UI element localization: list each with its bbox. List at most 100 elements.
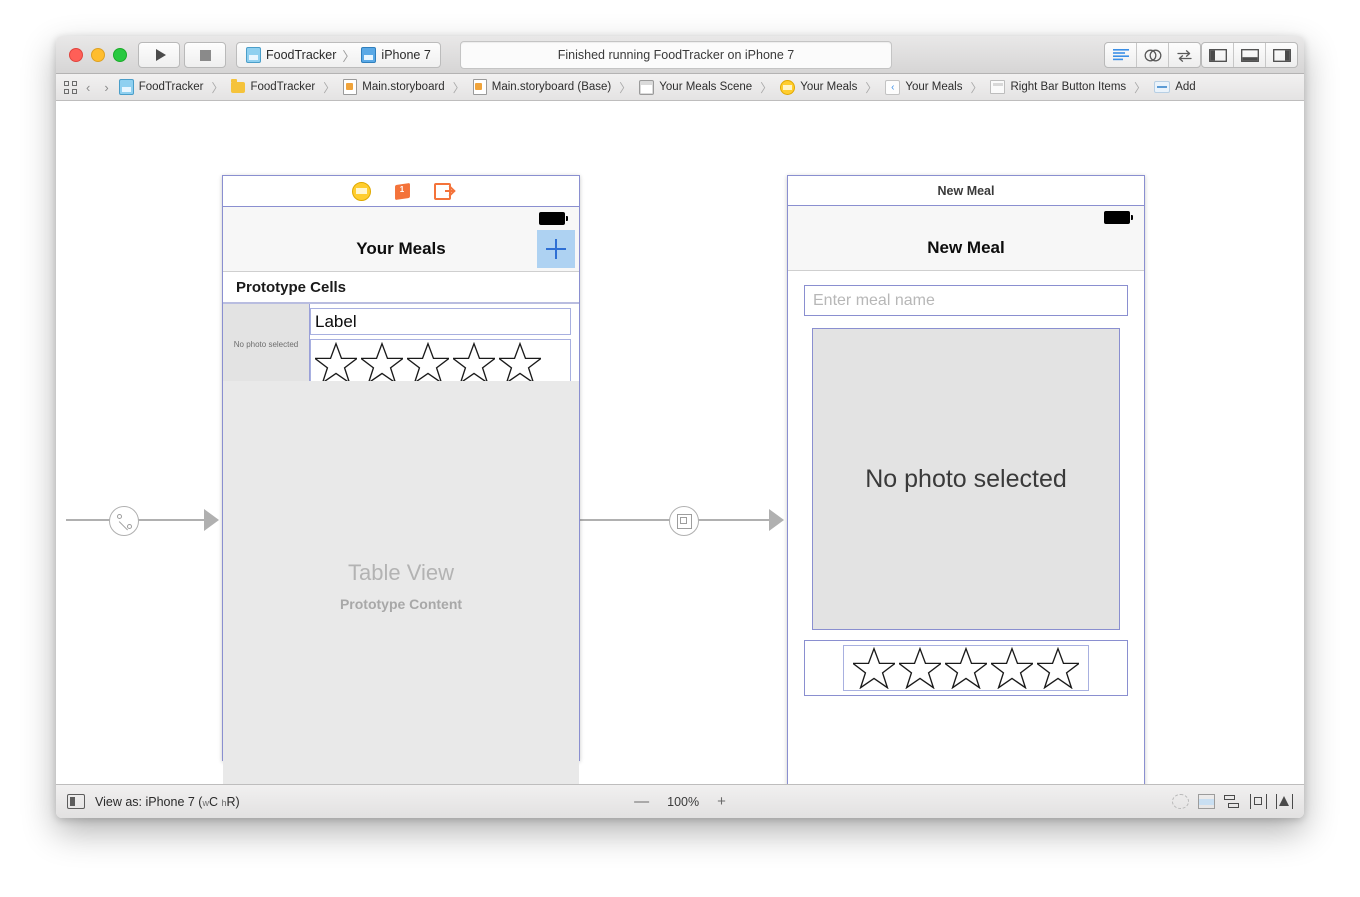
zoom-out-button[interactable]: — bbox=[634, 793, 649, 810]
battery-icon bbox=[1104, 211, 1133, 224]
utilities-panel-icon bbox=[1272, 48, 1291, 62]
utilities-toggle-button[interactable] bbox=[1266, 43, 1297, 67]
breadcrumb-separator: 〉 bbox=[1134, 80, 1147, 95]
standard-editor-icon bbox=[1112, 48, 1129, 60]
back-item-icon: ‹ bbox=[885, 79, 901, 95]
bar-button-item-icon bbox=[1154, 81, 1171, 93]
scene-title-label: New Meal bbox=[788, 176, 1144, 206]
minimize-window-button[interactable] bbox=[91, 48, 105, 62]
go-forward-button[interactable]: › bbox=[99, 80, 113, 95]
title-bar: FoodTracker 〉 iPhone 7 Finished running … bbox=[56, 36, 1304, 74]
meal-name-text-field[interactable]: Enter meal name bbox=[804, 285, 1128, 316]
related-items-icon[interactable] bbox=[64, 80, 77, 94]
rating-star-button[interactable] bbox=[313, 341, 359, 385]
view-as-icon[interactable] bbox=[67, 794, 85, 809]
breadcrumb-item-scene[interactable]: Your Meals Scene bbox=[638, 79, 753, 95]
add-bar-button-item[interactable] bbox=[537, 230, 575, 268]
editor-mode-segments[interactable] bbox=[1104, 42, 1201, 68]
scene-your-meals[interactable]: 1 Your Meals Prototype Cells No photo se… bbox=[222, 175, 580, 784]
cell-rating-control[interactable] bbox=[310, 339, 571, 387]
scheme-device-icon bbox=[361, 47, 377, 63]
breadcrumb-separator: 〉 bbox=[211, 80, 224, 95]
prototype-cell[interactable]: No photo selected Label bbox=[223, 303, 579, 387]
breadcrumb-label: Main.storyboard bbox=[362, 81, 445, 93]
view-as-control[interactable]: View as: iPhone 7 (wC hR) bbox=[56, 794, 240, 809]
rating-star-button[interactable] bbox=[943, 646, 989, 690]
breadcrumb-item-add[interactable]: Add bbox=[1153, 81, 1196, 93]
navigator-toggle-button[interactable] bbox=[1202, 43, 1234, 67]
breadcrumb-item-project[interactable]: FoodTracker bbox=[118, 79, 205, 95]
status-text: Finished running FoodTracker on iPhone 7 bbox=[557, 48, 795, 62]
activity-status-field: Finished running FoodTracker on iPhone 7 bbox=[460, 41, 892, 69]
rating-star-button[interactable] bbox=[989, 646, 1035, 690]
first-responder-icon[interactable]: 1 bbox=[394, 182, 411, 200]
standard-editor-button[interactable] bbox=[1105, 43, 1137, 67]
status-bar bbox=[788, 206, 1144, 226]
scheme-selector[interactable]: FoodTracker 〉 iPhone 7 bbox=[236, 42, 441, 68]
stop-button[interactable] bbox=[184, 42, 226, 68]
breadcrumb-item-group[interactable]: FoodTracker bbox=[230, 79, 316, 93]
stop-icon bbox=[199, 49, 211, 61]
scene-new-meal[interactable]: New Meal New Meal Enter meal name No pho… bbox=[787, 175, 1145, 784]
close-window-button[interactable] bbox=[69, 48, 83, 62]
breadcrumb-item-storyboard[interactable]: Main.storyboard bbox=[342, 79, 445, 95]
present-modally-segue-badge[interactable] bbox=[669, 506, 699, 536]
zoom-controls[interactable]: — 100% + bbox=[634, 793, 726, 810]
cell-photo-thumbnail[interactable]: No photo selected bbox=[223, 304, 310, 384]
breadcrumb-item-storyboard-base[interactable]: Main.storyboard (Base) bbox=[472, 79, 613, 95]
view-as-text: View as: iPhone 7 (wC hR) bbox=[95, 795, 240, 809]
breadcrumb-label: FoodTracker bbox=[250, 81, 316, 93]
storyboard-canvas[interactable]: 1 Your Meals Prototype Cells No photo se… bbox=[56, 101, 1304, 784]
assistant-editor-button[interactable] bbox=[1137, 43, 1169, 67]
breadcrumb-label: Your Meals Scene bbox=[659, 81, 753, 93]
meal-rating-control[interactable] bbox=[843, 645, 1089, 691]
version-editor-button[interactable] bbox=[1169, 43, 1200, 67]
debug-toggle-button[interactable] bbox=[1234, 43, 1266, 67]
rating-star-button[interactable] bbox=[497, 341, 543, 385]
prototype-cells-header: Prototype Cells bbox=[223, 272, 579, 303]
cell-name-label[interactable]: Label bbox=[310, 308, 571, 335]
relationship-segue-icon bbox=[116, 513, 132, 531]
device-view-your-meals: Your Meals Prototype Cells No photo sele… bbox=[223, 207, 579, 784]
view-toggle-segments[interactable] bbox=[1201, 42, 1298, 68]
breadcrumb-item-right-bar-button-items[interactable]: Right Bar Button Items bbox=[989, 80, 1127, 94]
entry-point-arrowhead bbox=[204, 509, 219, 531]
debug-panel-icon bbox=[1240, 48, 1259, 62]
rating-star-button[interactable] bbox=[1035, 646, 1081, 690]
assistant-editor-icon bbox=[1144, 49, 1161, 61]
storyboard-icon bbox=[472, 79, 487, 95]
nav-title: Your Meals bbox=[356, 239, 446, 258]
update-frames-icon[interactable] bbox=[1172, 794, 1189, 809]
table-view-placeholder[interactable]: Table View Prototype Content bbox=[223, 381, 579, 784]
align-icon[interactable] bbox=[1224, 794, 1241, 809]
rating-star-button[interactable] bbox=[897, 646, 943, 690]
entry-point-segue-line[interactable] bbox=[66, 519, 216, 521]
go-back-button[interactable]: ‹ bbox=[81, 80, 95, 95]
resolve-issues-icon[interactable] bbox=[1276, 794, 1294, 809]
rating-star-button[interactable] bbox=[851, 646, 897, 690]
rating-star-button[interactable] bbox=[451, 341, 497, 385]
rating-star-button[interactable] bbox=[359, 341, 405, 385]
folder-icon bbox=[231, 79, 246, 93]
star-icon bbox=[499, 342, 541, 384]
entry-point-segue-badge[interactable] bbox=[109, 506, 139, 536]
breadcrumb-item-view-controller[interactable]: Your Meals bbox=[779, 79, 858, 95]
star-icon bbox=[853, 647, 895, 689]
auto-layout-controls[interactable] bbox=[1172, 794, 1294, 809]
breadcrumb-label: Add bbox=[1175, 81, 1196, 93]
exit-icon[interactable] bbox=[433, 182, 453, 200]
scene-dock[interactable]: 1 bbox=[223, 176, 579, 207]
zoom-in-button[interactable]: + bbox=[717, 793, 726, 810]
window-controls bbox=[69, 48, 127, 62]
play-icon bbox=[155, 49, 166, 61]
pin-icon[interactable] bbox=[1250, 794, 1268, 809]
zoom-window-button[interactable] bbox=[113, 48, 127, 62]
meal-photo-image-view[interactable]: No photo selected bbox=[812, 328, 1120, 630]
embed-in-icon[interactable] bbox=[1198, 794, 1215, 809]
star-icon bbox=[945, 647, 987, 689]
view-controller-icon[interactable] bbox=[351, 181, 371, 201]
run-button[interactable] bbox=[138, 42, 180, 68]
breadcrumb-separator: 〉 bbox=[323, 80, 336, 95]
breadcrumb-item-navigation-item[interactable]: ‹ Your Meals bbox=[884, 79, 963, 95]
rating-star-button[interactable] bbox=[405, 341, 451, 385]
